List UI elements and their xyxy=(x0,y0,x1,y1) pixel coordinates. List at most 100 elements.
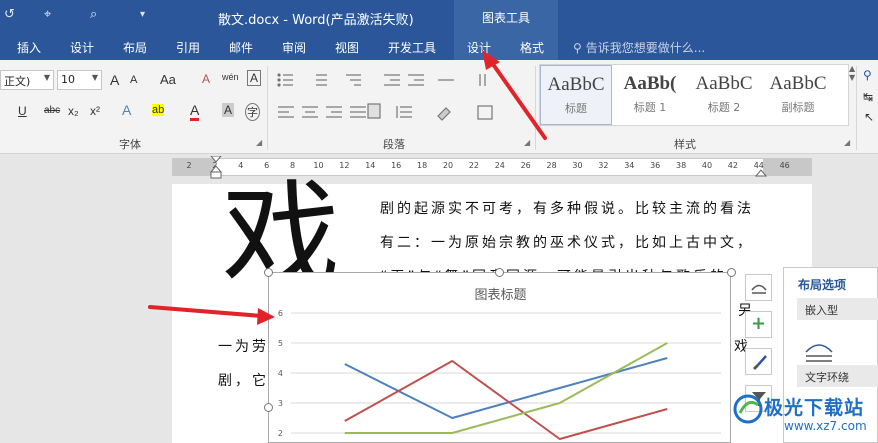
tab-view[interactable]: 视图 xyxy=(335,39,359,56)
customize-qat-icon[interactable]: ▾ xyxy=(140,9,145,20)
paragraph-dialog-launcher-icon[interactable]: ◢ xyxy=(524,138,530,147)
ruler-tick-label: 28 xyxy=(546,161,557,170)
chevron-down-icon[interactable]: ▼ xyxy=(849,73,855,82)
chart-styles-button[interactable] xyxy=(745,348,772,375)
right-indent-marker-icon[interactable] xyxy=(755,168,767,178)
style-heading-2[interactable]: AaBbC 标题 2 xyxy=(688,65,760,125)
style-sample: AaBbC xyxy=(769,73,827,94)
subscript-button[interactable]: x₂ xyxy=(68,104,79,118)
title-bar: ↺ ⌖ ⌕ ▾ 散文.docx - Word(产品激活失败) 图表工具 xyxy=(0,0,878,34)
tab-insert[interactable]: 插入 xyxy=(17,39,41,56)
clear-formatting-button[interactable]: A xyxy=(202,72,210,86)
tell-me-text: 告诉我您想要做什么... xyxy=(585,41,706,55)
font-name-value: 正文) xyxy=(4,75,31,88)
tab-mailings[interactable]: 邮件 xyxy=(229,39,253,56)
ruler-tick-label: 22 xyxy=(468,161,479,170)
chart-elements-button[interactable]: + xyxy=(745,311,772,338)
tab-references[interactable]: 引用 xyxy=(176,39,200,56)
y-tick-label: 3 xyxy=(278,399,283,408)
resize-handle[interactable] xyxy=(495,268,504,277)
text-effects-button[interactable]: A xyxy=(122,102,131,118)
tell-me-search[interactable]: ⚲ 告诉我您想要做什么... xyxy=(573,39,705,56)
paragraph-buttons-icon[interactable] xyxy=(272,68,534,132)
font-color-button[interactable]: A xyxy=(190,102,200,121)
style-name: 副标题 xyxy=(781,101,815,114)
style-name: 标题 xyxy=(565,102,587,115)
chart-object[interactable]: 图表标题 23456 xyxy=(268,272,731,443)
font-group-label: 字体 xyxy=(119,138,141,151)
replace-icon[interactable]: ↹ xyxy=(863,90,873,104)
body-line-2: 有二：一为原始宗教的巫术仪式，比如上古中文， xyxy=(380,235,754,251)
font-size-combo[interactable]: 10 ▼ xyxy=(57,70,102,90)
styles-scroll[interactable]: ▲ ▼ xyxy=(849,64,855,126)
style-sample: AaBbC xyxy=(695,73,753,94)
ruler-tick-label: 32 xyxy=(598,161,609,170)
inline-layout-icon[interactable] xyxy=(804,338,834,364)
ruler-left-margin xyxy=(173,159,215,175)
print-preview-icon[interactable]: ⌕ xyxy=(90,7,97,22)
group-divider xyxy=(856,66,857,150)
tab-design[interactable]: 设计 xyxy=(70,39,94,56)
font-name-combo[interactable]: 正文) ▼ xyxy=(0,70,54,90)
character-border-button[interactable]: A xyxy=(247,70,262,86)
watermark-url: www.xz7.com xyxy=(784,419,867,433)
ribbon-tabs: 插入 设计 布局 引用 邮件 审阅 视图 开发工具 设计 格式 ⚲ 告诉我您想要做… xyxy=(0,34,878,60)
y-tick-label: 2 xyxy=(278,429,283,438)
shrink-font-button[interactable]: A xyxy=(130,74,137,86)
layout-options-icon xyxy=(750,284,767,294)
series-line-1[interactable] xyxy=(344,357,668,419)
tab-developer[interactable]: 开发工具 xyxy=(388,39,436,56)
chevron-down-icon: ▼ xyxy=(43,73,50,82)
style-heading-1[interactable]: AaBb( 标题 1 xyxy=(614,65,686,125)
style-name: 标题 2 xyxy=(707,101,741,114)
tab-chart-format[interactable]: 格式 xyxy=(520,39,544,56)
find-icon[interactable]: ⚲ xyxy=(863,68,872,82)
group-divider xyxy=(267,66,268,150)
touch-mode-icon[interactable]: ⌖ xyxy=(44,7,51,22)
styles-group-label: 样式 xyxy=(674,138,696,151)
grow-font-button[interactable]: A xyxy=(110,72,119,88)
styles-dialog-launcher-icon[interactable]: ◢ xyxy=(844,138,850,147)
indent-marker-icon[interactable] xyxy=(210,156,222,180)
line-chart: 2 3 4 5 6 xyxy=(278,309,721,440)
chevron-down-icon: ▼ xyxy=(91,73,98,82)
ruler-tick-label: 16 xyxy=(391,161,402,170)
style-title[interactable]: AaBbC 标题 xyxy=(540,65,612,125)
resize-handle[interactable] xyxy=(727,268,736,277)
resize-handle[interactable] xyxy=(264,268,273,277)
chevron-up-icon[interactable]: ▲ xyxy=(849,64,855,73)
font-dialog-launcher-icon[interactable]: ◢ xyxy=(256,138,262,147)
style-name: 标题 1 xyxy=(633,101,667,114)
ruler-tick-label: 12 xyxy=(339,161,350,170)
change-case-button[interactable]: Aa xyxy=(160,72,176,87)
tab-review[interactable]: 审阅 xyxy=(282,39,306,56)
style-subtitle[interactable]: AaBbC 副标题 xyxy=(762,65,834,125)
strikethrough-button[interactable]: abc xyxy=(44,105,60,116)
y-tick-label: 5 xyxy=(278,339,283,348)
ruler-tick-label: 30 xyxy=(572,161,583,170)
ruler-tick-label: 24 xyxy=(494,161,505,170)
enclose-characters-button[interactable]: 字 xyxy=(245,103,260,121)
wrap-section-label: 文字环绕 xyxy=(797,365,878,387)
resize-handle[interactable] xyxy=(264,403,273,412)
document-title: 散文.docx - Word(产品激活失败) xyxy=(218,13,414,28)
ruler-tick-label: 36 xyxy=(650,161,661,170)
ruler-tick-label: 38 xyxy=(676,161,687,170)
underline-button[interactable]: U xyxy=(18,104,27,118)
ruler-tick-label: 14 xyxy=(365,161,376,170)
undo-icon[interactable]: ↺ xyxy=(4,7,15,22)
watermark-logo-icon xyxy=(733,394,763,424)
select-icon[interactable]: ↖ xyxy=(864,110,874,124)
chart-tools-group-label: 图表工具 xyxy=(454,0,558,34)
character-shading-button[interactable]: A xyxy=(222,103,235,117)
superscript-button[interactable]: x² xyxy=(90,104,100,118)
tab-layout[interactable]: 布局 xyxy=(123,39,147,56)
lightbulb-icon: ⚲ xyxy=(573,41,582,55)
phonetic-guide-button[interactable]: wén xyxy=(222,72,239,82)
styles-gallery: AaBbC 标题 AaBb( 标题 1 AaBbC 标题 2 AaBbC 副标题 xyxy=(539,64,849,126)
plus-icon: + xyxy=(750,313,767,334)
body-line-4-start: 一为劳 xyxy=(218,339,269,355)
layout-options-button[interactable] xyxy=(745,274,772,301)
ruler-tick-label: 46 xyxy=(779,161,790,170)
highlight-button[interactable]: ab xyxy=(152,104,165,116)
